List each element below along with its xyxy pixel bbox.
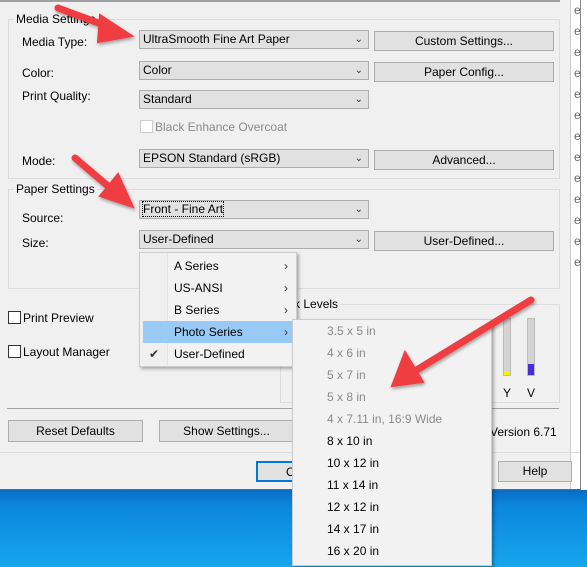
arrow-icon [54,4,135,44]
arrow-icon [71,154,135,209]
arrow-icon [390,296,535,388]
annotation-arrows [54,4,535,388]
